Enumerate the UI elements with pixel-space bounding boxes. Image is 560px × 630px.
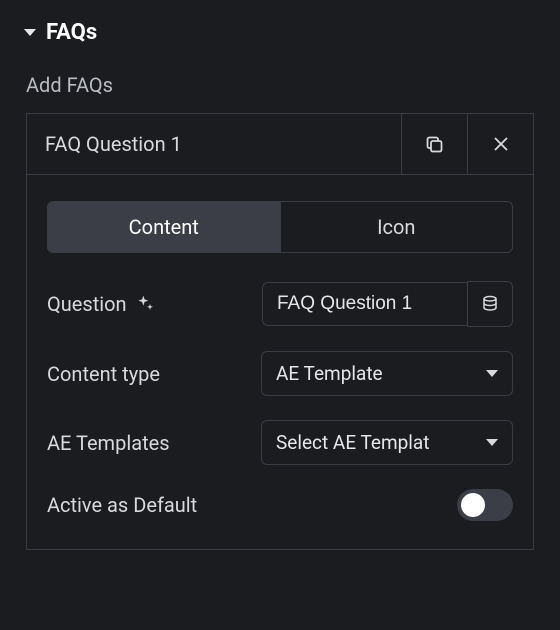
ae-templates-value: Select AE Templat bbox=[276, 431, 429, 454]
dynamic-tags-button[interactable] bbox=[467, 281, 513, 327]
section-title: FAQs bbox=[46, 20, 97, 45]
copy-icon bbox=[424, 134, 445, 155]
question-control bbox=[262, 281, 513, 327]
section-header[interactable]: FAQs bbox=[24, 20, 536, 45]
faq-item-title[interactable]: FAQ Question 1 bbox=[27, 114, 401, 174]
question-label-text: Question bbox=[47, 292, 127, 316]
field-ae-templates: AE Templates Select AE Templat bbox=[47, 420, 513, 465]
active-default-label: Active as Default bbox=[47, 493, 197, 517]
question-input[interactable] bbox=[262, 282, 467, 326]
tab-row: Content Icon bbox=[47, 201, 513, 253]
content-type-label: Content type bbox=[47, 362, 160, 386]
tab-icon[interactable]: Icon bbox=[280, 202, 513, 252]
toggle-knob bbox=[461, 493, 485, 517]
faq-item: FAQ Question 1 Content Icon Question bbox=[26, 113, 534, 550]
add-faqs-label: Add FAQs bbox=[26, 73, 536, 97]
field-active-default: Active as Default bbox=[47, 489, 513, 521]
duplicate-button[interactable] bbox=[401, 114, 467, 174]
chevron-down-icon bbox=[486, 439, 498, 446]
ae-templates-select[interactable]: Select AE Templat bbox=[261, 420, 513, 465]
content-type-select[interactable]: AE Template bbox=[261, 351, 513, 396]
tab-content[interactable]: Content bbox=[48, 202, 280, 252]
delete-button[interactable] bbox=[467, 114, 533, 174]
ae-templates-label: AE Templates bbox=[47, 431, 170, 455]
faq-item-body: Content Icon Question bbox=[27, 175, 533, 549]
active-default-toggle[interactable] bbox=[457, 489, 513, 521]
ai-sparkle-icon[interactable] bbox=[135, 294, 155, 314]
database-icon bbox=[481, 295, 499, 313]
field-question: Question bbox=[47, 281, 513, 327]
field-content-type: Content type AE Template bbox=[47, 351, 513, 396]
chevron-down-icon bbox=[486, 370, 498, 377]
question-label: Question bbox=[47, 292, 155, 316]
content-type-value: AE Template bbox=[276, 362, 383, 385]
faq-item-header: FAQ Question 1 bbox=[27, 114, 533, 175]
caret-down-icon bbox=[24, 29, 36, 36]
close-icon bbox=[492, 135, 510, 153]
